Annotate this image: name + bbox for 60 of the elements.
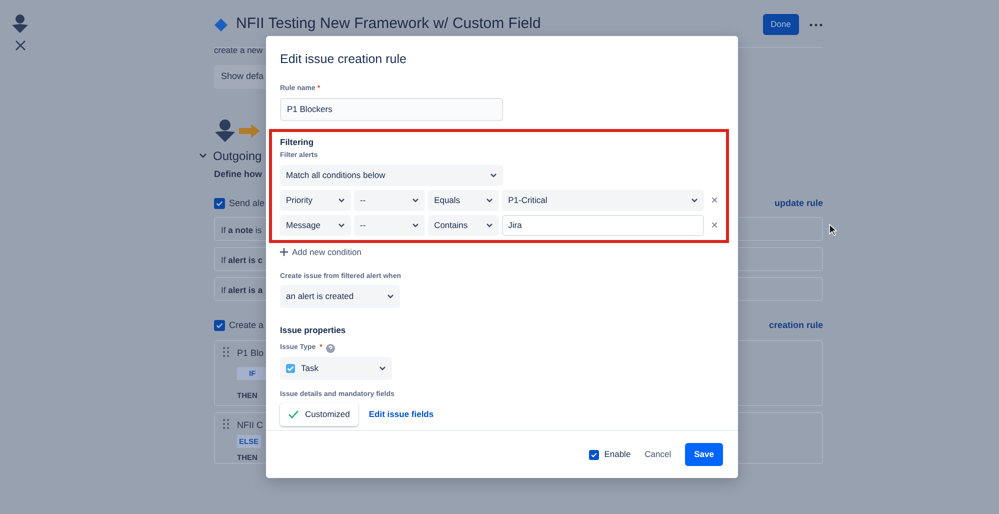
section-title: Issue properties [280,324,347,337]
remove-button[interactable]: × [706,194,722,206]
customized-button[interactable]: Customized [280,403,358,426]
checkbox[interactable] [214,198,225,210]
chevron-down-icon [690,198,698,203]
chevron-down-icon [486,198,494,203]
done-button[interactable]: Done [762,14,799,35]
match-select[interactable]: Match all conditions below [280,164,503,186]
checkbox-label: Enable [604,448,631,461]
checkbox-label: Create a [229,318,264,332]
value-input[interactable]: Jira [502,214,704,236]
page-description: create a new [214,44,263,56]
trigger-select[interactable]: an alert is created [280,285,400,308]
arrow-right-icon [238,122,262,138]
subfield-select[interactable]: -- [354,214,426,236]
value-select[interactable]: P1-Critical [502,190,704,211]
field-select[interactable]: Priority [280,190,352,211]
chevron-down-icon [387,294,394,300]
chevron-down-icon [338,222,346,228]
help-icon [326,344,336,353]
task-icon [286,364,295,372]
rule-name: NFII C [237,419,263,432]
more-icon [809,22,823,26]
diamond-icon [214,18,228,32]
app-logo-icon [11,14,29,34]
chevron-down-icon [490,172,497,178]
add-rule-link[interactable]: creation rule [768,318,823,332]
drag-handle-icon [223,347,229,357]
mouse-pointer-icon [829,224,837,236]
operator-select[interactable]: Contains [428,214,500,236]
add-rule-link[interactable]: update rule [774,197,823,210]
field-select[interactable]: Message [280,214,352,236]
dialog-title: Edit issue creation rule [280,52,408,67]
remove-button[interactable]: × [706,219,722,232]
chevron-down-icon [486,222,494,228]
edit-issue-fields-link[interactable]: Edit issue fields [368,408,434,421]
operator-select[interactable]: Equals [428,190,500,211]
drag-handle-icon [223,419,229,429]
chevron-down-icon [412,198,420,203]
checkbox-label: Send ale [229,197,265,210]
section-title: Filtering [280,136,315,148]
cancel-button[interactable]: Cancel [644,448,672,461]
issue-type-select[interactable]: Task [280,356,392,380]
rule-name-input[interactable]: P1 Blockers [280,98,503,120]
chevron-down-icon [338,198,346,203]
checkmark-icon [288,410,299,419]
chevron-down-icon [379,366,386,370]
rule-name: P1 Blo [237,347,264,360]
user-icon [214,118,236,142]
close-icon[interactable] [14,40,26,51]
plus-icon [280,248,288,256]
add-condition-link[interactable]: Add new condition [280,248,362,256]
enable-checkbox[interactable] [589,450,600,460]
subfield-select[interactable]: -- [354,190,426,211]
checkbox[interactable] [214,320,225,331]
section-title: Outgoing [213,148,262,164]
section-description: Define how [214,168,262,180]
page-title: NFII Testing New Framework w/ Custom Field [236,14,542,34]
save-button[interactable]: Save [685,443,723,466]
chevron-down-icon [412,222,420,228]
